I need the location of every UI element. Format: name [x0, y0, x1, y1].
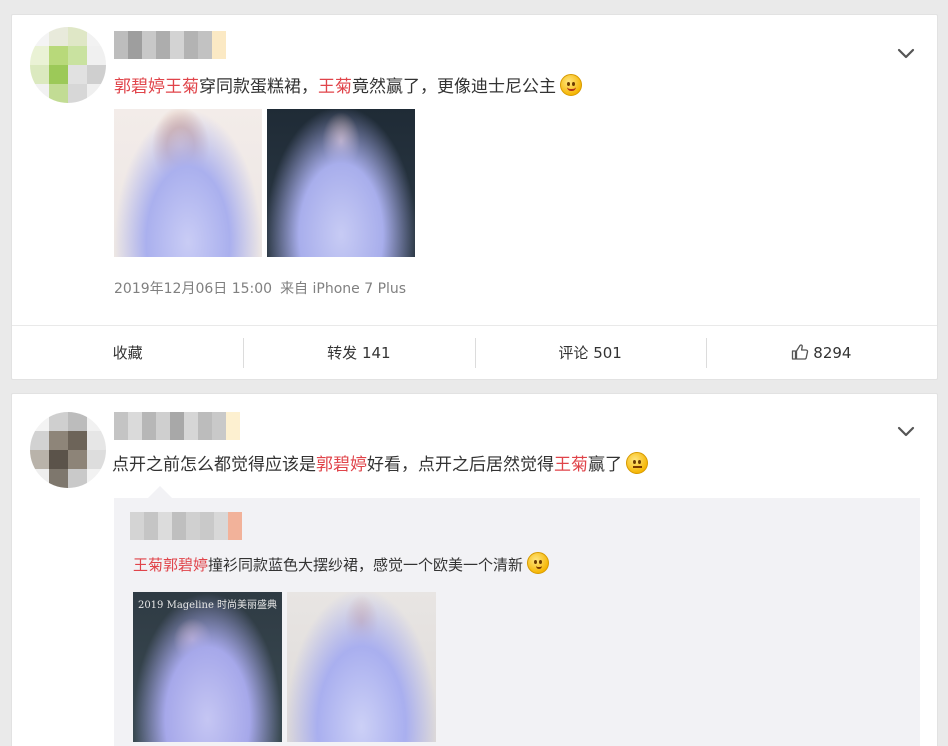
- comment-button[interactable]: 评论 501: [474, 338, 706, 368]
- weibo-post-card: 郭碧婷王菊穿同款蛋糕裙，王菊竟然赢了，更像迪士尼公主 2019年12月06日 1…: [11, 14, 938, 380]
- thumbs-up-icon: [792, 344, 809, 360]
- chevron-down-icon[interactable]: [897, 426, 915, 438]
- mention-link[interactable]: 王菊: [554, 455, 588, 475]
- comment-label: 评论 501: [558, 344, 622, 362]
- post-text: 郭碧婷王菊穿同款蛋糕裙，王菊竟然赢了，更像迪士尼公主: [114, 74, 582, 100]
- repost-label: 转发 141: [327, 344, 391, 362]
- repost-image[interactable]: 2019 Mageline 时尚美丽盛典: [133, 592, 282, 742]
- timestamp-link[interactable]: 2019年12月06日 15:00: [114, 281, 272, 297]
- post-text-segment: 竟然赢了，更像迪士尼公主: [352, 77, 556, 97]
- image-caption: 2019 Mageline 时尚美丽盛典: [137, 600, 278, 611]
- confused-emoji-icon: [626, 452, 648, 474]
- avatar[interactable]: [30, 412, 106, 488]
- weibo-post-card: 点开之前怎么都觉得应该是郭碧婷好看，点开之后居然觉得王菊赢了 王菊郭碧婷撞衫同款…: [11, 393, 938, 746]
- like-button[interactable]: 8294: [705, 338, 937, 368]
- repost-notch: [148, 486, 172, 498]
- repost-text-segment: 撞衫同款蓝色大摆纱裙，感觉一个欧美一个清新: [208, 556, 524, 574]
- post-meta: 2019年12月06日 15:00 来自 iPhone 7 Plus: [114, 278, 414, 298]
- repost-button[interactable]: 转发 141: [243, 338, 474, 368]
- username-blurred[interactable]: [114, 31, 226, 59]
- avatar[interactable]: [30, 27, 106, 103]
- favorite-label: 收藏: [112, 344, 143, 362]
- post-text-segment: 穿同款蛋糕裙，: [199, 77, 318, 97]
- source-text: 来自 iPhone 7 Plus: [280, 281, 407, 297]
- yummy-emoji-icon: [560, 74, 582, 96]
- post-text-segment: 点开之前怎么都觉得应该是: [112, 455, 316, 475]
- thinking-emoji-icon: [527, 552, 550, 574]
- action-bar: 收藏 转发 141 评论 501 8294: [12, 325, 937, 380]
- mention-link[interactable]: 郭碧婷: [316, 455, 367, 475]
- repost-image[interactable]: [287, 592, 436, 742]
- post-image[interactable]: [114, 109, 262, 257]
- mention-link[interactable]: 王菊: [318, 77, 352, 97]
- repost-text: 王菊郭碧婷撞衫同款蓝色大摆纱裙，感觉一个欧美一个清新: [133, 552, 550, 578]
- mention-link[interactable]: 王菊郭碧婷: [133, 556, 208, 574]
- repost-username-blurred[interactable]: [130, 512, 242, 540]
- post-text-segment: 赢了: [588, 455, 622, 475]
- favorite-button[interactable]: 收藏: [12, 338, 243, 368]
- repost-box: 王菊郭碧婷撞衫同款蓝色大摆纱裙，感觉一个欧美一个清新 2019 Mageline…: [114, 498, 920, 746]
- post-text-segment: 好看，点开之后居然觉得: [367, 455, 554, 475]
- post-text: 点开之前怎么都觉得应该是郭碧婷好看，点开之后居然觉得王菊赢了: [112, 452, 648, 478]
- chevron-down-icon[interactable]: [897, 48, 915, 60]
- like-count: 8294: [813, 344, 852, 362]
- username-blurred[interactable]: [114, 412, 240, 440]
- mention-link[interactable]: 郭碧婷王菊: [114, 77, 199, 97]
- post-image[interactable]: [267, 109, 415, 257]
